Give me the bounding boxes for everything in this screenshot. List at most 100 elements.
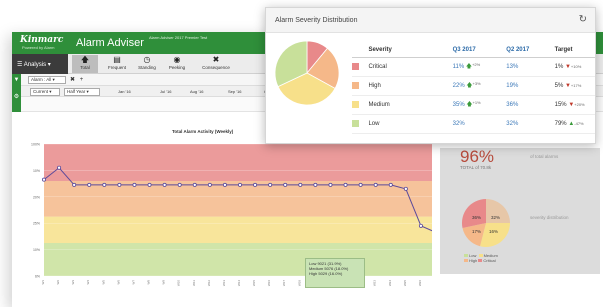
line-point[interactable] xyxy=(147,182,152,187)
line-point[interactable] xyxy=(57,165,62,170)
line-point[interactable] xyxy=(41,177,46,182)
y-tick-label: 10% xyxy=(33,169,40,173)
x-tick-label: W12 xyxy=(207,280,211,287)
q3-value[interactable]: 11% xyxy=(453,64,465,70)
x-tick-label: W15 xyxy=(252,280,256,287)
kpi-pie-slice-low xyxy=(461,198,486,228)
tooltip-line: High 5029 (16.0%) xyxy=(309,271,343,276)
x-tick-label: W10 xyxy=(177,280,181,287)
filter-icon[interactable]: ▼ xyxy=(12,74,21,86)
tool-peeking-button[interactable]: ◉ Peeking xyxy=(164,55,190,73)
timeline-month: Jul '16 xyxy=(160,89,172,94)
q2-value[interactable]: 19% xyxy=(506,83,518,89)
tool-standing-button[interactable]: ◷ Standing xyxy=(134,55,160,73)
tool-label: Consequence xyxy=(202,65,230,70)
target-value: 5% xyxy=(554,82,564,89)
line-point[interactable] xyxy=(373,182,378,187)
target-delta: -47% xyxy=(574,120,584,126)
tool-label: Frequent xyxy=(107,65,126,70)
kpi-pie-label: 32% xyxy=(491,215,500,220)
y-tick-label: 20% xyxy=(33,195,40,199)
target-value: 79% xyxy=(554,120,567,127)
settings-icon[interactable]: ⚙ xyxy=(12,86,21,112)
col-q2-2017[interactable]: Q2 2017 xyxy=(506,43,554,57)
line-point[interactable] xyxy=(418,223,423,228)
severity-name: Critical xyxy=(368,57,453,77)
line-point[interactable] xyxy=(72,182,77,187)
line-point[interactable] xyxy=(403,186,408,191)
line-point[interactable] xyxy=(192,182,197,187)
range-select[interactable]: Half Year ▾ xyxy=(64,88,100,96)
line-point[interactable] xyxy=(207,182,212,187)
line-point[interactable] xyxy=(102,182,107,187)
table-row: Medium 35% 🡅+1% 36% 15% ▼+20% xyxy=(352,95,595,115)
tool-label: Standing xyxy=(138,65,156,70)
eye-icon: ◉ xyxy=(173,55,181,64)
line-point[interactable] xyxy=(343,182,348,187)
severity-swatch xyxy=(352,62,359,70)
q3-value[interactable]: 35% xyxy=(453,102,465,108)
area-high xyxy=(44,180,432,217)
line-point[interactable] xyxy=(298,182,303,187)
line-point[interactable] xyxy=(222,182,227,187)
timeline-month: Aug '16 xyxy=(190,89,204,94)
x-tick-label: W18 xyxy=(297,280,301,287)
line-point[interactable] xyxy=(237,182,242,187)
line-point[interactable] xyxy=(283,182,288,187)
line-point[interactable] xyxy=(388,182,393,187)
line-point[interactable] xyxy=(87,182,92,187)
kpi-legend: Low Medium High Critical xyxy=(464,253,498,263)
chart-icon: ▤ xyxy=(113,55,121,64)
line-point[interactable] xyxy=(253,182,258,187)
q2-value[interactable]: 32% xyxy=(506,121,518,127)
line-point[interactable] xyxy=(117,182,122,187)
y-tick-label: 10% xyxy=(33,248,40,252)
tool-label: Total xyxy=(80,65,90,70)
kpi-right-label: of total alarms xyxy=(530,154,559,159)
chart-tooltip: Low 9021 (31.9%) Medium 5076 (18.0%) Hig… xyxy=(305,258,365,288)
add-filter-button[interactable]: + xyxy=(78,76,85,84)
q3-value[interactable]: 22% xyxy=(453,83,465,89)
kpi-subtext: TOTAL of 70.8k xyxy=(460,165,492,170)
tool-frequent-button[interactable]: ▤ Frequent xyxy=(104,55,130,73)
line-point[interactable] xyxy=(328,182,333,187)
q3-value[interactable]: 32% xyxy=(453,121,465,127)
app-subtitle: Alarm Adviser 2017 Premier Test xyxy=(149,35,208,40)
col-q3-2017[interactable]: Q3 2017 xyxy=(453,43,507,57)
x-tick-label: W9 xyxy=(162,280,166,285)
severity-table: Severity Q3 2017 Q2 2017 Target Critical… xyxy=(352,43,595,134)
target-delta: +10% xyxy=(570,63,582,69)
q3-delta: +1% xyxy=(472,99,481,105)
x-tick-label: W7 xyxy=(131,280,135,285)
period-select[interactable]: Current ▾ xyxy=(30,88,60,96)
severity-name: Low xyxy=(368,114,453,134)
severity-swatch xyxy=(352,119,359,127)
line-point[interactable] xyxy=(177,182,182,187)
kpi-pie-label: 17% xyxy=(472,229,481,234)
line-point[interactable] xyxy=(358,182,363,187)
analysis-label: Analysis xyxy=(23,62,47,68)
q2-value[interactable]: 13% xyxy=(506,64,518,70)
plus-icon: + xyxy=(79,77,84,83)
tool-label: Peeking xyxy=(168,65,186,70)
line-point[interactable] xyxy=(268,182,273,187)
line-point[interactable] xyxy=(162,182,167,187)
remove-filter-button[interactable]: ✖ xyxy=(69,76,76,84)
tool-consequence-button[interactable]: ✖ Consequence xyxy=(198,55,234,73)
line-point[interactable] xyxy=(313,182,318,187)
timeline-month: Jan '16 xyxy=(118,89,131,94)
area-critical xyxy=(44,144,432,181)
y-tick-label: 6% xyxy=(35,275,40,279)
menu-icon: ☰ xyxy=(17,62,23,68)
severity-name: Medium xyxy=(368,95,453,115)
analysis-menu-button[interactable]: ☰ Analysis ▾ xyxy=(12,54,68,74)
tool-total-button[interactable]: 🡅 Total xyxy=(72,55,98,73)
area-select[interactable]: Alarm : All ▾ xyxy=(28,76,66,84)
q2-value[interactable]: 36% xyxy=(506,102,518,108)
table-row: High 22% 🡅+3% 19% 5% ▼+17% xyxy=(352,76,595,96)
x-tick-label: W17 xyxy=(282,280,286,287)
range-select-value: Half Year xyxy=(67,89,86,94)
refresh-icon[interactable]: ↻ xyxy=(579,14,587,25)
line-point[interactable] xyxy=(132,182,137,187)
legend-critical: Critical xyxy=(483,258,496,263)
